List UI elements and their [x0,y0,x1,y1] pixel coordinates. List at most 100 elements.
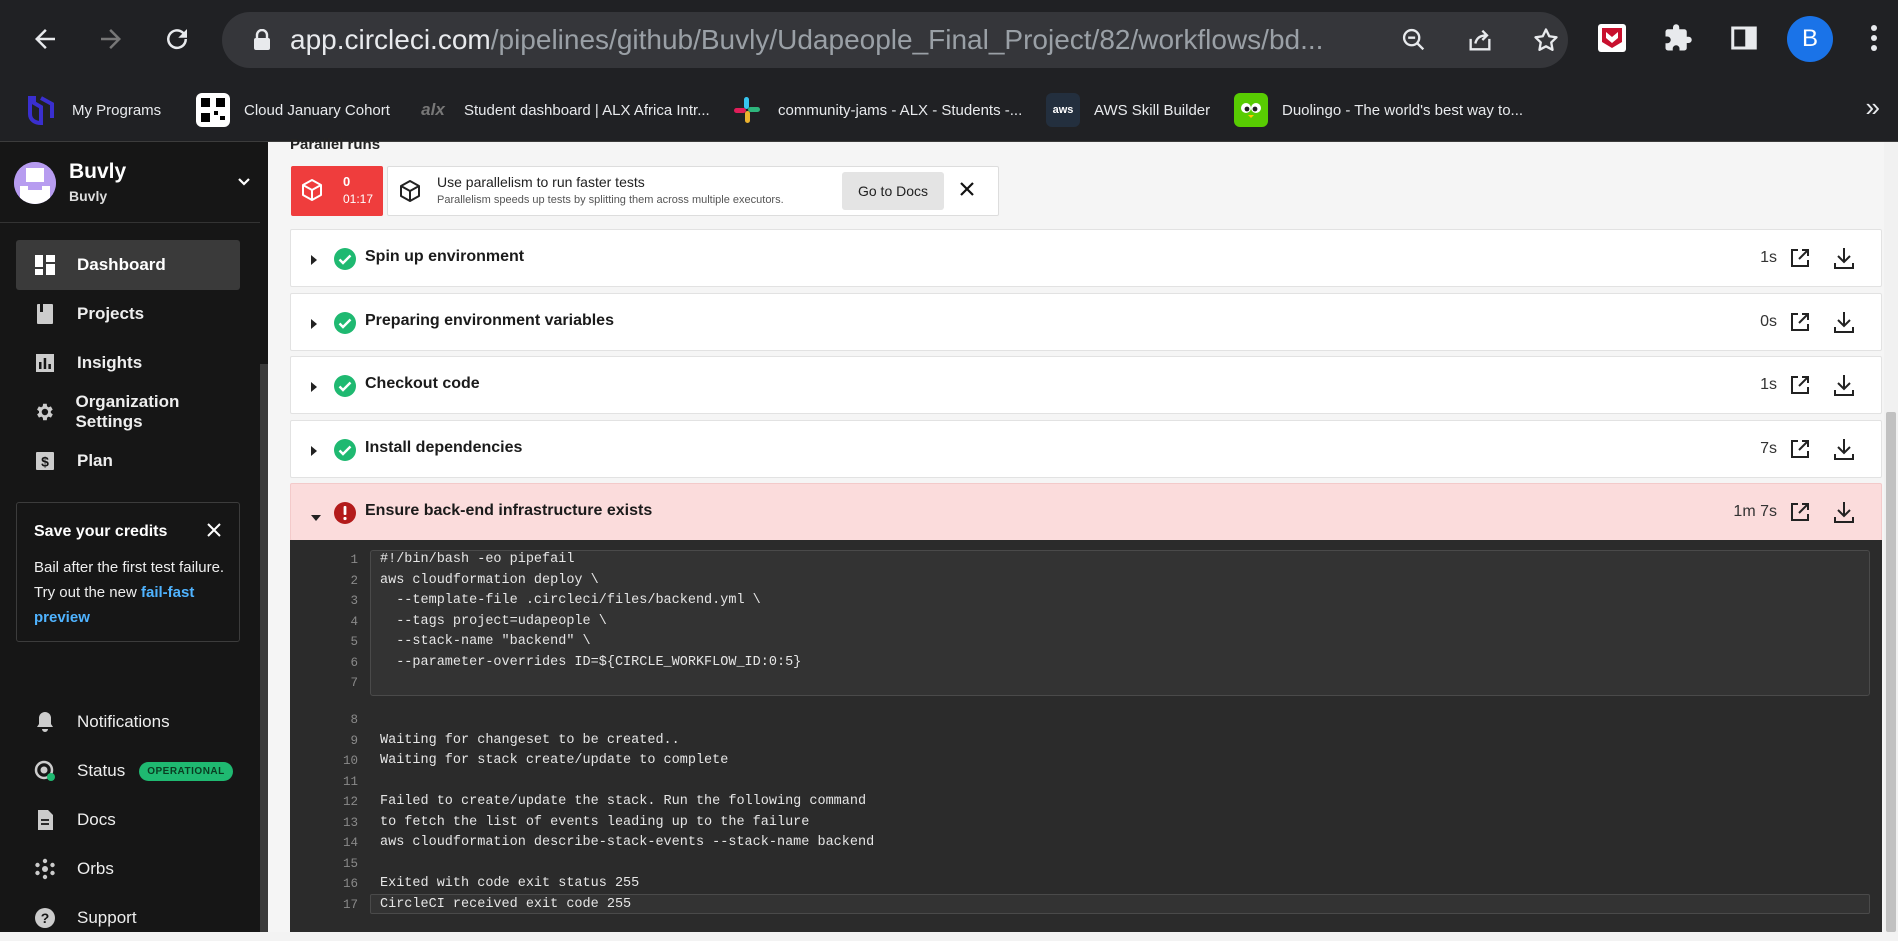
open-external-icon[interactable] [1789,374,1811,401]
step-output-terminal: 1 #!/bin/bash -eo pipefail 2 aws cloudform… [290,540,1882,932]
step-duration: 1s [1760,249,1777,266]
svg-text:$: $ [41,454,49,470]
arrow-right-icon [101,29,121,49]
success-check-icon [333,247,357,271]
forward-button[interactable] [86,14,136,64]
star-icon[interactable] [1528,22,1564,58]
output-line: 15 [342,856,358,871]
download-icon[interactable] [1833,437,1855,466]
step-row[interactable]: Preparing environment variables 0s [290,293,1882,351]
address-bar[interactable]: app.circleci.com/pipelines/github/Buvly/… [222,12,1568,68]
close-icon[interactable] [207,523,221,542]
bookmarks-overflow-icon[interactable]: » [1866,92,1880,123]
bookmark-item[interactable]: aws AWS Skill Builder [1046,90,1210,130]
bookmarks-bar: My Programs Cloud January Cohort alx Stu… [0,78,1898,142]
mcafee-extension-icon[interactable] [1590,16,1634,60]
sidebar-scrollbar[interactable] [260,364,268,932]
support-icon: ? [33,906,57,930]
profile-avatar[interactable]: B [1787,16,1833,62]
zoom-icon[interactable] [1396,22,1432,58]
sidebar-item-dashboard[interactable]: Dashboard [16,240,240,290]
sidebar-item-orbs[interactable]: Orbs [16,846,240,892]
kebab-menu-icon[interactable] [1852,16,1896,60]
open-external-icon[interactable] [1789,247,1811,274]
output-line: 12 Failed to create/update the stack. Run… [342,794,867,809]
step-name: Spin up environment [365,248,525,265]
sidebar-item-status[interactable]: Status OPERATIONAL [16,748,240,794]
caret-right-icon [310,380,318,398]
download-icon[interactable] [1833,500,1855,529]
success-check-icon [333,438,357,462]
step-duration: 1s [1760,376,1777,393]
bookmark-item[interactable]: alx Student dashboard | ALX Africa Intr.… [416,90,710,130]
main-scrollbar[interactable] [1884,142,1898,932]
output-line: 13 to fetch the list of events leading up… [342,814,810,830]
sidebar-item-plan[interactable]: $ Plan [16,436,240,486]
credits-body: Bail after the first test failure. Try o… [34,559,225,626]
output-line: 3 --template-file .circleci/files/backen… [350,593,761,608]
parallel-run-tile[interactable]: 0 01:17 [291,166,383,216]
sidebar-item-insights[interactable]: Insights [16,338,240,388]
main-scrollbar-thumb[interactable] [1886,412,1896,932]
dashboard-icon [33,253,57,277]
parallelism-banner: Use parallelism to run faster tests Para… [387,166,999,216]
reload-icon [167,29,188,50]
credits-title: Save your credits [34,523,168,540]
open-external-icon[interactable] [1789,438,1811,465]
bookmark-item[interactable]: My Programs [24,90,161,130]
sidebar: Buvly Buvly Dashboard Projects Insights … [0,142,268,932]
sidebar-item-notifications[interactable]: Notifications [16,699,240,745]
step-duration: 1m 7s [1733,503,1777,520]
step-row[interactable]: Checkout code 1s [290,356,1882,414]
output-line: 4 --tags project=udapeople \ [350,613,607,629]
output-line: 1 #!/bin/bash -eo pipefail [350,552,575,567]
step-name: Install dependencies [365,439,523,456]
download-icon[interactable] [1833,246,1855,275]
share-icon[interactable] [1462,22,1498,58]
output-line: 11 [342,774,358,789]
back-button[interactable] [20,14,70,64]
success-check-icon [333,374,357,398]
parallel-run-time: 01:17 [343,192,374,206]
bell-icon [33,710,57,734]
open-external-icon[interactable] [1789,501,1811,528]
arrow-left-icon [35,29,55,49]
step-row[interactable]: Spin up environment 1s [290,229,1882,287]
status-badge: OPERATIONAL [139,761,233,781]
insights-icon [33,351,57,375]
reload-button[interactable] [152,14,202,64]
lock-icon [244,22,280,58]
side-panel-icon[interactable] [1722,16,1766,60]
output-line: 17 CircleCI received exit code 255 [342,896,632,912]
close-icon[interactable] [958,180,976,203]
caret-down-icon [310,509,322,527]
bookmark-item[interactable]: community-jams - ALX - Students -... [730,90,1022,130]
extensions-puzzle-icon[interactable] [1656,16,1700,60]
download-icon[interactable] [1833,373,1855,402]
step-name: Preparing environment variables [365,312,614,329]
step-duration: 0s [1760,313,1777,330]
output-line: 16 Exited with code exit status 255 [342,876,640,891]
projects-icon [33,302,57,326]
sidebar-item-docs[interactable]: Docs [16,797,240,843]
go-to-docs-button[interactable]: Go to Docs [842,172,944,210]
sidebar-item-projects[interactable]: Projects [16,289,240,339]
bookmark-item[interactable]: Duolingo - The world's best way to... [1234,90,1523,130]
org-switcher[interactable]: Buvly Buvly [14,158,254,214]
slack-icon [730,93,764,127]
output-line: 10 Waiting for stack create/update to com… [342,753,729,768]
bookmark-item[interactable]: Cloud January Cohort [196,90,390,130]
caret-right-icon [310,317,318,335]
step-name: Checkout code [365,375,480,392]
cube-icon [301,178,323,207]
sidebar-item-organization-settings[interactable]: Organization Settings [16,387,240,437]
qr-icon [196,93,230,127]
save-credits-card: Save your credits Bail after the first t… [16,502,240,642]
gear-icon [33,400,55,424]
download-icon[interactable] [1833,310,1855,339]
open-external-icon[interactable] [1789,311,1811,338]
step-row-failed[interactable]: Ensure back-end infrastructure exists 1m… [290,483,1882,541]
success-check-icon [333,311,357,335]
sidebar-item-support[interactable]: ? Support [16,895,240,941]
step-row[interactable]: Install dependencies 7s [290,420,1882,478]
